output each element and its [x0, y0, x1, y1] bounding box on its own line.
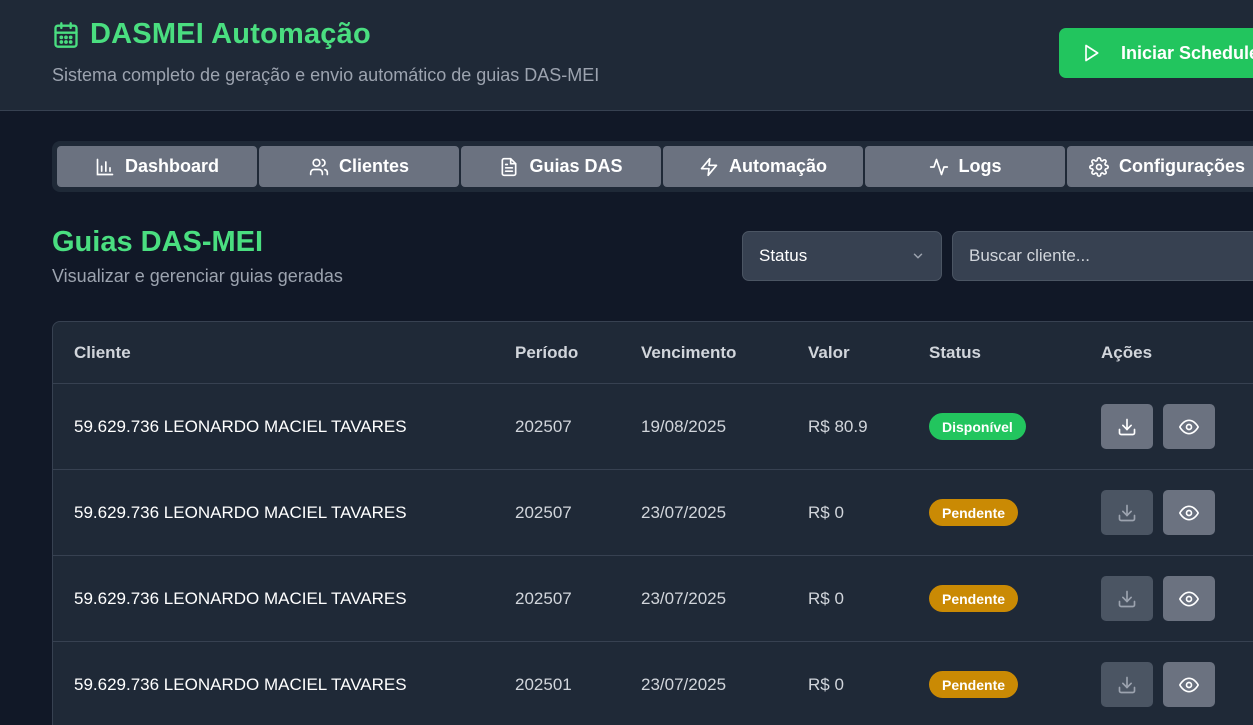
tab-dashboard[interactable]: Dashboard: [57, 146, 257, 187]
row-status-cell: Disponível: [929, 384, 1026, 469]
lightning-icon: [699, 157, 719, 177]
gear-icon: [1089, 156, 1109, 177]
download-button[interactable]: [1101, 662, 1153, 707]
row-period: 202507: [515, 416, 572, 436]
row-status-cell: Pendente: [929, 556, 1019, 641]
download-icon: [1117, 503, 1137, 523]
row-client: 59.629.736 LEONARDO MACIEL TAVARES: [74, 674, 407, 694]
eye-icon: [1179, 675, 1199, 695]
row-period: 202501: [515, 674, 572, 694]
header-actions: Ações: [1101, 342, 1153, 362]
row-period: 202507: [515, 502, 572, 522]
status-filter-select[interactable]: Status: [742, 231, 942, 281]
row-value: R$ 80.9: [808, 416, 868, 436]
row-due: 23/07/2025: [641, 588, 727, 608]
table-row: 59.629.736 LEONARDO MACIEL TAVARES 20250…: [53, 641, 1253, 725]
row-status-cell: Pendente: [929, 642, 1019, 725]
page-title: Guias DAS-MEI: [52, 226, 264, 258]
tab-label: Dashboard: [124, 156, 220, 176]
page-subtitle: Visualizar e gerenciar guias geradas: [52, 266, 343, 286]
tab-label: Automação: [728, 156, 827, 176]
view-button[interactable]: [1163, 576, 1215, 621]
row-actions: [1101, 642, 1215, 725]
row-due: 19/08/2025: [641, 416, 727, 436]
row-actions: [1101, 384, 1215, 469]
status-badge: Pendente: [929, 499, 1019, 526]
tab-automacao[interactable]: Automação: [663, 146, 863, 187]
header-status: Status: [929, 342, 981, 362]
row-client: 59.629.736 LEONARDO MACIEL TAVARES: [74, 588, 407, 608]
eye-icon: [1179, 503, 1199, 523]
guides-table: Cliente Período Vencimento Valor Status …: [52, 321, 1253, 725]
row-client: 59.629.736 LEONARDO MACIEL TAVARES: [74, 502, 407, 522]
tab-label: Guias DAS: [529, 156, 623, 176]
row-value: R$ 0: [808, 588, 844, 608]
file-text-icon: [499, 157, 519, 177]
header-client: Cliente: [74, 342, 131, 362]
app-title-text: DASMEI Automação: [90, 18, 371, 50]
download-icon: [1117, 589, 1137, 609]
search-client-input[interactable]: [952, 231, 1253, 281]
app-title: DASMEI Automação: [52, 18, 371, 51]
activity-icon: [929, 157, 949, 177]
row-value: R$ 0: [808, 674, 844, 694]
table-row: 59.629.736 LEONARDO MACIEL TAVARES 20250…: [53, 383, 1253, 469]
table-row: 59.629.736 LEONARDO MACIEL TAVARES 20250…: [53, 469, 1253, 555]
row-status-cell: Pendente: [929, 470, 1019, 555]
tab-label: Configurações: [1118, 156, 1246, 176]
view-button[interactable]: [1163, 662, 1215, 707]
eye-icon: [1179, 417, 1199, 437]
download-button[interactable]: [1101, 490, 1153, 535]
tab-clientes[interactable]: Clientes: [259, 146, 459, 187]
header-period: Período: [515, 342, 579, 362]
row-due: 23/07/2025: [641, 502, 727, 522]
row-due: 23/07/2025: [641, 674, 727, 694]
row-value: R$ 0: [808, 502, 844, 522]
status-badge: Disponível: [929, 413, 1026, 440]
table-row: 59.629.736 LEONARDO MACIEL TAVARES 20250…: [53, 555, 1253, 641]
start-scheduler-label: Iniciar Scheduler: [1121, 42, 1253, 63]
view-button[interactable]: [1163, 404, 1215, 449]
table-header: Cliente Período Vencimento Valor Status …: [53, 322, 1253, 383]
download-button[interactable]: [1101, 576, 1153, 621]
calendar-icon: [52, 21, 80, 49]
app-subtitle: Sistema completo de geração e envio auto…: [52, 65, 600, 85]
row-actions: [1101, 556, 1215, 641]
header-value: Valor: [808, 342, 850, 362]
nav-tabs: Dashboard Clientes Guias DAS Automação L…: [52, 141, 1253, 192]
users-icon: [309, 157, 329, 177]
download-icon: [1117, 675, 1137, 695]
tab-configuracoes[interactable]: Configurações: [1067, 146, 1253, 187]
tab-label: Logs: [958, 156, 1002, 176]
download-button[interactable]: [1101, 404, 1153, 449]
status-filter-label: Status: [759, 246, 808, 265]
eye-icon: [1179, 589, 1199, 609]
status-badge: Pendente: [929, 671, 1019, 698]
status-badge: Pendente: [929, 585, 1019, 612]
header-due: Vencimento: [641, 342, 737, 362]
app-header: DASMEI Automação Sistema completo de ger…: [0, 0, 1253, 111]
tab-label: Clientes: [338, 156, 410, 176]
start-scheduler-button[interactable]: Iniciar Scheduler: [1059, 28, 1253, 78]
play-icon: [1081, 43, 1101, 63]
row-actions: [1101, 470, 1215, 555]
chevron-down-icon: [911, 249, 925, 263]
tab-logs[interactable]: Logs: [865, 146, 1065, 187]
bar-chart-icon: [95, 157, 115, 177]
download-icon: [1117, 417, 1137, 437]
row-period: 202507: [515, 588, 572, 608]
view-button[interactable]: [1163, 490, 1215, 535]
tab-guias-das[interactable]: Guias DAS: [461, 146, 661, 187]
row-client: 59.629.736 LEONARDO MACIEL TAVARES: [74, 416, 407, 436]
